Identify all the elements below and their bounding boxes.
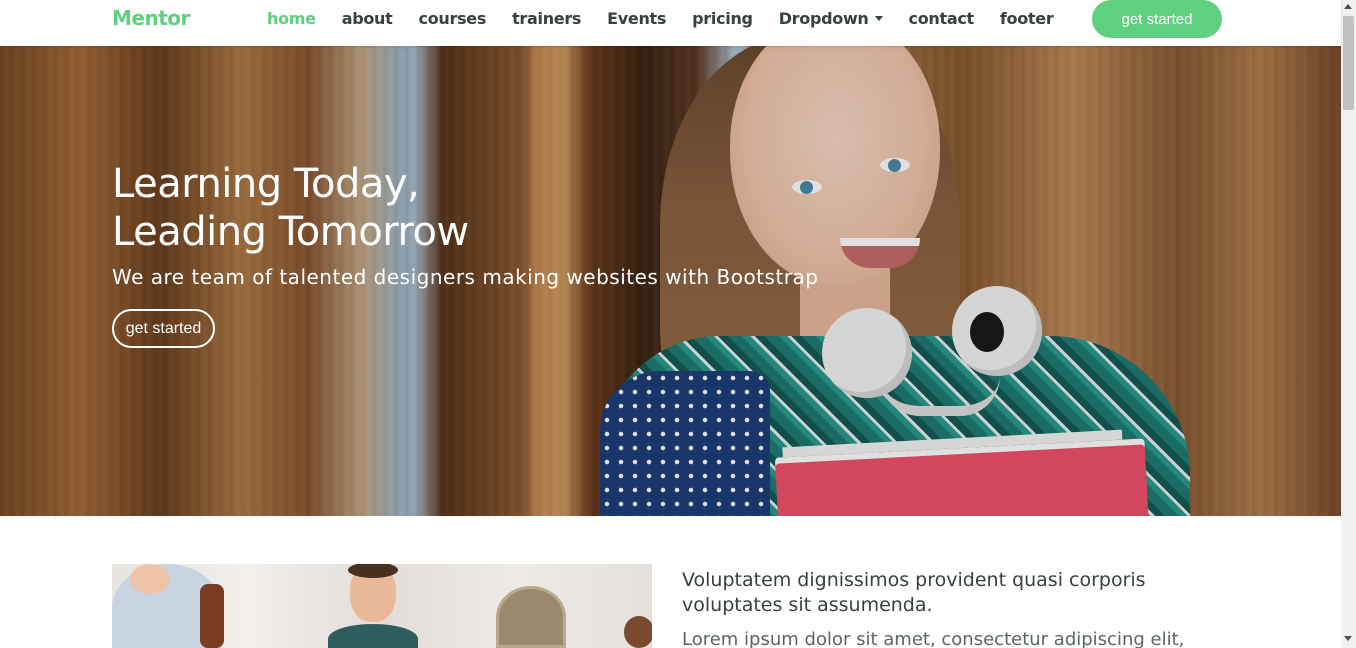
chair-back bbox=[200, 584, 224, 648]
nav-item-dropdown-label: Dropdown bbox=[778, 8, 869, 28]
person-center-shirt bbox=[328, 624, 418, 648]
main-nav: home about courses trainers Events prici… bbox=[267, 0, 1079, 36]
person-right bbox=[624, 616, 652, 648]
site-header: Mentor home about courses trainers Event… bbox=[0, 0, 1341, 46]
wall-picture-frame bbox=[496, 586, 566, 648]
person-left-face bbox=[130, 564, 170, 594]
header-get-started-button[interactable]: get started bbox=[1092, 0, 1222, 38]
chevron-down-icon bbox=[874, 15, 883, 21]
hero-title: Learning Today, Leading Tomorrow bbox=[112, 160, 818, 256]
about-heading: Voluptatem dignissimos provident quasi c… bbox=[682, 569, 1146, 616]
page-scrollbar[interactable] bbox=[1341, 0, 1356, 648]
nav-item-dropdown[interactable]: Dropdown bbox=[779, 9, 883, 28]
nav-item-about[interactable]: about bbox=[342, 9, 393, 28]
hero-title-line1: Learning Today, bbox=[112, 161, 420, 207]
hero-get-started-button[interactable]: get started bbox=[112, 309, 215, 348]
scroll-up-arrow-icon[interactable] bbox=[1344, 4, 1352, 9]
about-image bbox=[112, 564, 652, 648]
about-text: Lorem ipsum dolor sit amet, consectetur … bbox=[682, 629, 1185, 648]
nav-item-footer[interactable]: footer bbox=[1000, 9, 1054, 28]
hero-subtitle: We are team of talented designers making… bbox=[112, 265, 819, 289]
nav-item-events[interactable]: Events bbox=[607, 9, 666, 28]
hero-title-line2: Leading Tomorrow bbox=[112, 209, 469, 255]
site-logo[interactable]: Mentor bbox=[112, 6, 190, 30]
hero-section: Learning Today, Leading Tomorrow We are … bbox=[0, 46, 1341, 516]
scroll-thumb[interactable] bbox=[1343, 16, 1354, 110]
scroll-down-arrow-icon[interactable] bbox=[1344, 636, 1352, 641]
hero-content: Learning Today, Leading Tomorrow We are … bbox=[112, 160, 818, 348]
nav-item-pricing[interactable]: pricing bbox=[692, 9, 753, 28]
nav-item-courses[interactable]: courses bbox=[419, 9, 487, 28]
nav-item-contact[interactable]: contact bbox=[909, 9, 975, 28]
nav-item-trainers[interactable]: trainers bbox=[512, 9, 581, 28]
nav-item-home[interactable]: home bbox=[267, 9, 316, 28]
